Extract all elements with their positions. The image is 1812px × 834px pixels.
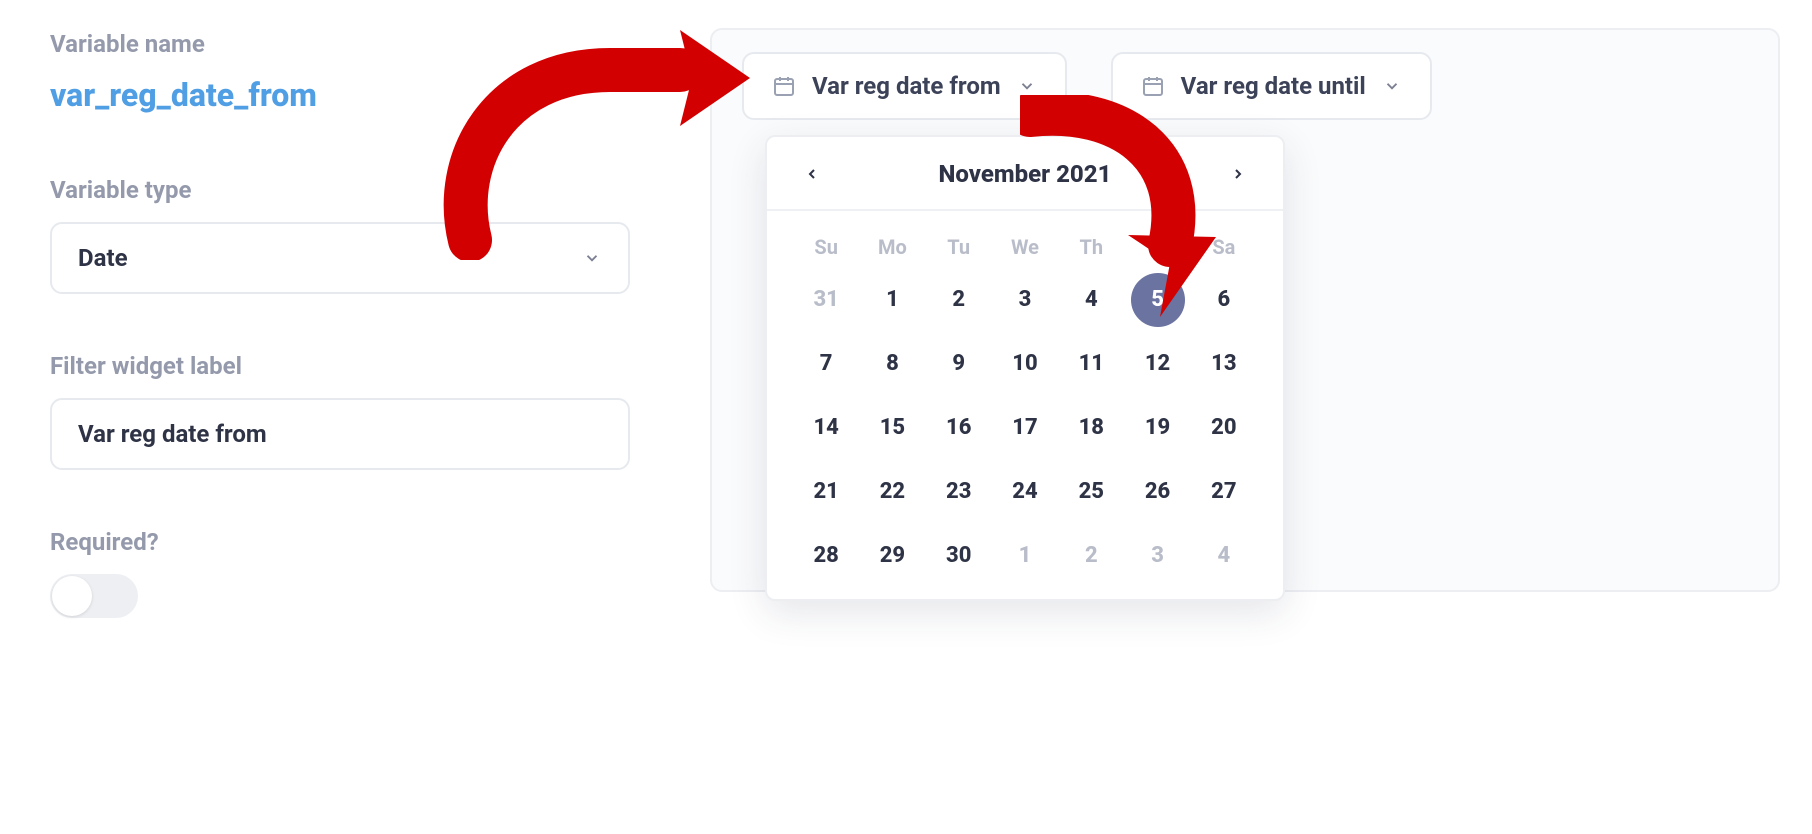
calendar-prev-button[interactable]	[797, 159, 827, 189]
calendar-day[interactable]: 9	[926, 341, 992, 387]
calendar-day[interactable]: 14	[793, 405, 859, 451]
calendar-day[interactable]: 23	[926, 469, 992, 515]
calendar-dow: Su	[793, 235, 859, 259]
chevron-down-icon	[1017, 76, 1037, 96]
calendar-day[interactable]: 29	[859, 533, 925, 579]
calendar-grid: SuMoTuWeThFrSa31123456789101112131415161…	[767, 211, 1283, 579]
calendar-day[interactable]: 11	[1058, 341, 1124, 387]
calendar-day[interactable]: 10	[992, 341, 1058, 387]
date-from-picker-button[interactable]: Var reg date from	[742, 52, 1067, 120]
date-until-picker-button[interactable]: Var reg date until	[1111, 52, 1432, 120]
calendar-day[interactable]: 4	[1058, 277, 1124, 323]
variable-type-label: Variable type	[50, 176, 630, 204]
calendar-popover: November 2021 SuMoTuWeThFrSa311234567891…	[765, 135, 1285, 601]
toggle-knob	[52, 576, 92, 616]
calendar-header: November 2021	[767, 137, 1283, 211]
calendar-day[interactable]: 13	[1191, 341, 1257, 387]
filter-widget-label-label: Filter widget label	[50, 352, 630, 380]
date-until-picker-label: Var reg date until	[1181, 72, 1366, 100]
calendar-day-other[interactable]: 3	[1124, 533, 1190, 579]
chevron-down-icon	[1382, 76, 1402, 96]
calendar-day-other[interactable]: 2	[1058, 533, 1124, 579]
variable-name-label: Variable name	[50, 30, 630, 58]
calendar-day-other[interactable]: 4	[1191, 533, 1257, 579]
calendar-day[interactable]: 18	[1058, 405, 1124, 451]
calendar-day[interactable]: 16	[926, 405, 992, 451]
calendar-dow: Sa	[1191, 235, 1257, 259]
chevron-down-icon	[582, 248, 602, 268]
calendar-day-other[interactable]: 1	[992, 533, 1058, 579]
calendar-day[interactable]: 26	[1124, 469, 1190, 515]
calendar-day[interactable]: 27	[1191, 469, 1257, 515]
calendar-day[interactable]: 12	[1124, 341, 1190, 387]
filter-widget-label-input[interactable]: Var reg date from	[50, 398, 630, 470]
calendar-title: November 2021	[939, 160, 1112, 188]
calendar-dow: Th	[1058, 235, 1124, 259]
variable-type-value: Date	[78, 244, 128, 272]
calendar-day[interactable]: 28	[793, 533, 859, 579]
calendar-dow: We	[992, 235, 1058, 259]
calendar-day[interactable]: 8	[859, 341, 925, 387]
calendar-next-button[interactable]	[1223, 159, 1253, 189]
calendar-day[interactable]: 25	[1058, 469, 1124, 515]
calendar-icon	[1141, 74, 1165, 98]
calendar-day[interactable]: 19	[1124, 405, 1190, 451]
calendar-day[interactable]: 1	[859, 277, 925, 323]
calendar-day[interactable]: 7	[793, 341, 859, 387]
calendar-day-other[interactable]: 31	[793, 277, 859, 323]
calendar-day[interactable]: 6	[1191, 277, 1257, 323]
calendar-day[interactable]: 15	[859, 405, 925, 451]
calendar-day[interactable]: 5	[1124, 277, 1190, 323]
calendar-day[interactable]: 22	[859, 469, 925, 515]
calendar-day[interactable]: 30	[926, 533, 992, 579]
calendar-day[interactable]: 2	[926, 277, 992, 323]
required-toggle[interactable]	[50, 574, 138, 618]
calendar-day[interactable]: 24	[992, 469, 1058, 515]
required-label: Required?	[50, 528, 630, 556]
date-from-picker-label: Var reg date from	[812, 72, 1001, 100]
filter-widget-label-value: Var reg date from	[78, 420, 267, 448]
variable-config-panel: Variable name var_reg_date_from Variable…	[50, 30, 630, 618]
calendar-day[interactable]: 21	[793, 469, 859, 515]
calendar-dow: Tu	[926, 235, 992, 259]
calendar-dow: Fr	[1124, 235, 1190, 259]
variable-name-value: var_reg_date_from	[50, 76, 630, 114]
calendar-dow: Mo	[859, 235, 925, 259]
variable-type-select[interactable]: Date	[50, 222, 630, 294]
calendar-day[interactable]: 20	[1191, 405, 1257, 451]
calendar-day[interactable]: 17	[992, 405, 1058, 451]
calendar-day[interactable]: 3	[992, 277, 1058, 323]
calendar-icon	[772, 74, 796, 98]
